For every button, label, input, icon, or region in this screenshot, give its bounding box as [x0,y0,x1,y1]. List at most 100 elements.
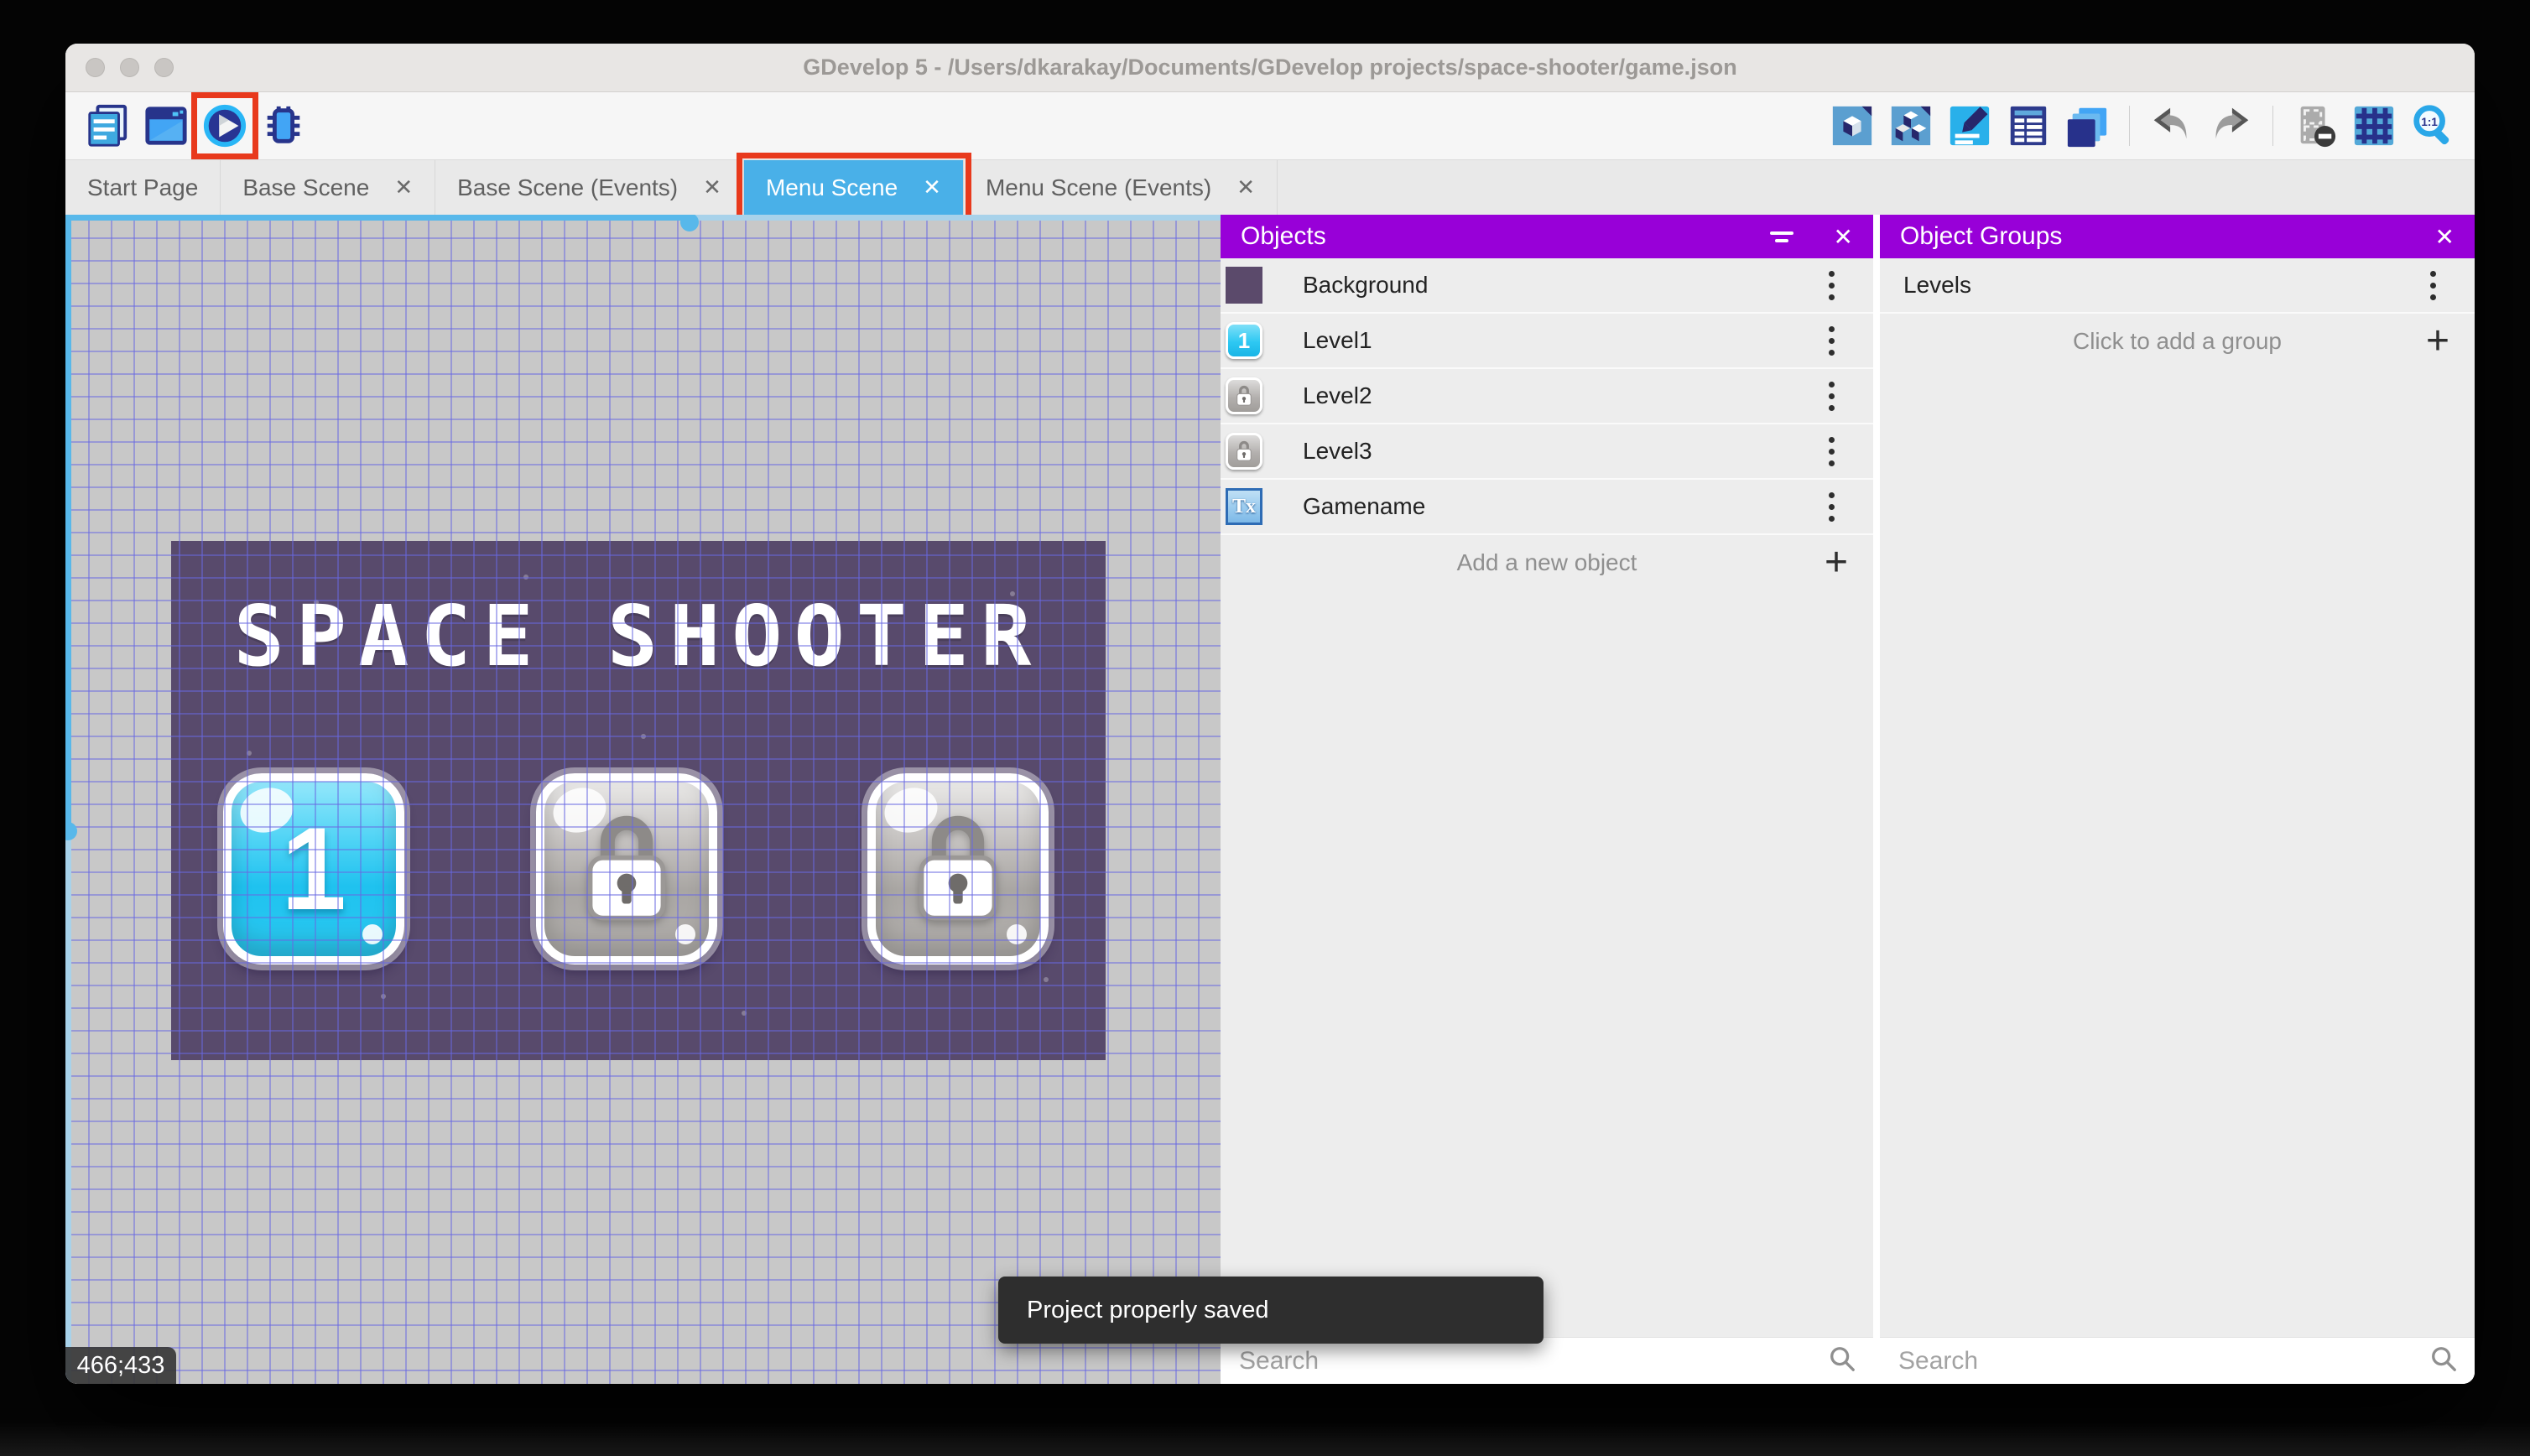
groups-search-input[interactable] [1897,1345,2429,1376]
instances-list-button[interactable] [2005,102,2052,149]
edit-object-button[interactable] [1829,102,1876,149]
zoom-1-1-icon: 1:1 [2410,103,2455,148]
object-row-background[interactable]: Background [1221,258,1873,314]
layers-button[interactable] [2064,102,2111,149]
star-speck [381,994,386,999]
close-window-button[interactable] [86,58,105,77]
tab-label: Menu Scene [765,174,898,200]
cursor-coordinates: 466;433 [65,1347,176,1384]
objects-panel: Objects ✕ Background 1 Level1 Level2 Lev… [1221,215,1873,1384]
object-row-level1[interactable]: 1 Level1 [1221,314,1873,369]
redo-icon [2208,103,2253,148]
save-toast: Project properly saved [998,1277,1544,1344]
tab-close-icon[interactable]: ✕ [394,174,413,200]
star-speck [247,751,252,756]
tab-start-page[interactable]: Start Page [65,160,221,215]
undo-button[interactable] [2148,102,2195,149]
horizontal-scroll-thumb[interactable] [65,215,690,221]
plus-icon[interactable]: + [2426,321,2449,361]
object-menu-icon[interactable] [1825,323,1838,359]
layers-icon [2064,103,2110,148]
debug-button[interactable] [260,102,307,149]
object-row-level3[interactable]: Level3 [1221,424,1873,480]
level3-button-instance[interactable] [867,773,1049,965]
object-menu-icon[interactable] [1825,378,1838,414]
objects-search-input[interactable] [1237,1345,1828,1376]
canvas-vertical-scrollbar[interactable] [65,215,77,1384]
object-menu-icon[interactable] [1825,489,1838,525]
project-manager-button[interactable] [84,102,131,149]
tab-menu-scene-events[interactable]: Menu Scene (Events) ✕ [964,160,1278,215]
object-menu-icon[interactable] [1825,268,1838,304]
vertical-scroll-knob[interactable] [65,822,77,840]
object-name: Gamename [1303,493,1426,519]
search-icon[interactable] [2429,1344,2458,1377]
redo-button[interactable] [2207,102,2254,149]
object-groups-panel-header: Object Groups ✕ [1880,215,2475,258]
text-object-icon: Tx [1226,488,1262,525]
level2-button-instance[interactable] [536,773,717,965]
main-toolbar: 1:1 [65,92,2475,159]
play-icon [202,103,247,148]
object-groups-panel: Object Groups ✕ Levels Click to add a gr… [1880,215,2475,1384]
gdevelop-window: GDevelop 5 - /Users/dkarakay/Documents/G… [65,44,2475,1384]
tab-base-scene-events[interactable]: Base Scene (Events) ✕ [435,160,744,215]
plus-icon[interactable]: + [1825,543,1848,583]
editor-tabs: Start Page Base Scene ✕ Base Scene (Even… [65,153,2475,222]
open-scene-button[interactable] [143,102,190,149]
scene-title-text[interactable]: SPACE SHOOTER [171,595,1106,679]
star-speck [523,575,528,580]
close-object-groups-panel-button[interactable]: ✕ [2435,223,2455,251]
menu-scene-background[interactable]: SPACE SHOOTER 1 [171,541,1106,1060]
edit-properties-button[interactable] [1946,102,1993,149]
level2-object-icon [1226,377,1262,414]
edit-object-groups-button[interactable] [1887,102,1934,149]
object-groups-panel-title: Object Groups [1900,222,2063,250]
group-row-levels[interactable]: Levels [1880,258,2475,314]
object-row-gamename[interactable]: Tx Gamename [1221,480,1873,535]
vertical-scroll-thumb[interactable] [65,215,71,831]
tab-menu-scene[interactable]: Menu Scene ✕ [736,153,971,222]
groups-panel-empty-area [1880,369,2475,1337]
objects-panel-header: Objects ✕ [1221,215,1873,258]
debug-bug-icon [261,103,306,148]
object-cube-icon [1830,103,1875,148]
zoom-window-button[interactable] [154,58,174,77]
minimize-window-button[interactable] [120,58,139,77]
level1-button-instance[interactable]: 1 [223,773,404,965]
add-new-object-row[interactable]: Add a new object + [1221,535,1873,590]
tab-close-icon[interactable]: ✕ [923,174,941,200]
filter-icon[interactable] [1769,231,1793,242]
toggle-instances-mask-button[interactable] [2292,102,2339,149]
zoom-original-button[interactable]: 1:1 [2409,102,2456,149]
add-new-object-label: Add a new object [1456,549,1637,575]
object-row-level2[interactable]: Level2 [1221,369,1873,424]
toolbar-separator [2272,106,2273,146]
objects-panel-title: Objects [1241,222,1326,250]
tab-label: Start Page [87,174,199,200]
pencil-icon [1947,103,1992,148]
object-menu-icon[interactable] [1825,434,1838,470]
play-button[interactable] [201,102,248,149]
canvas-horizontal-scrollbar[interactable] [65,215,1221,231]
toggle-grid-button[interactable] [2350,102,2397,149]
close-objects-panel-button[interactable]: ✕ [1834,223,1853,251]
add-group-row[interactable]: Click to add a group + [1880,314,2475,369]
level3-object-icon [1226,433,1262,470]
project-manager-icon [85,103,130,148]
tab-close-icon[interactable]: ✕ [703,174,721,200]
tab-base-scene[interactable]: Base Scene ✕ [221,160,436,215]
star-speck [742,1011,747,1016]
panel-divider[interactable] [1873,215,1880,1384]
traffic-lights [86,44,174,91]
zoom-ratio-label: 1:1 [2421,116,2438,128]
horizontal-scroll-knob[interactable] [680,215,699,231]
tab-close-icon[interactable]: ✕ [1236,174,1255,200]
groups-search-bar [1880,1337,2475,1384]
grid-icon [2351,103,2397,148]
group-menu-icon[interactable] [2427,268,2439,304]
search-icon[interactable] [1828,1344,1856,1377]
scene-window-icon [143,103,189,148]
toolbar-left-group [84,92,307,159]
scene-canvas[interactable]: SPACE SHOOTER 1 466;433 [65,215,1221,1384]
